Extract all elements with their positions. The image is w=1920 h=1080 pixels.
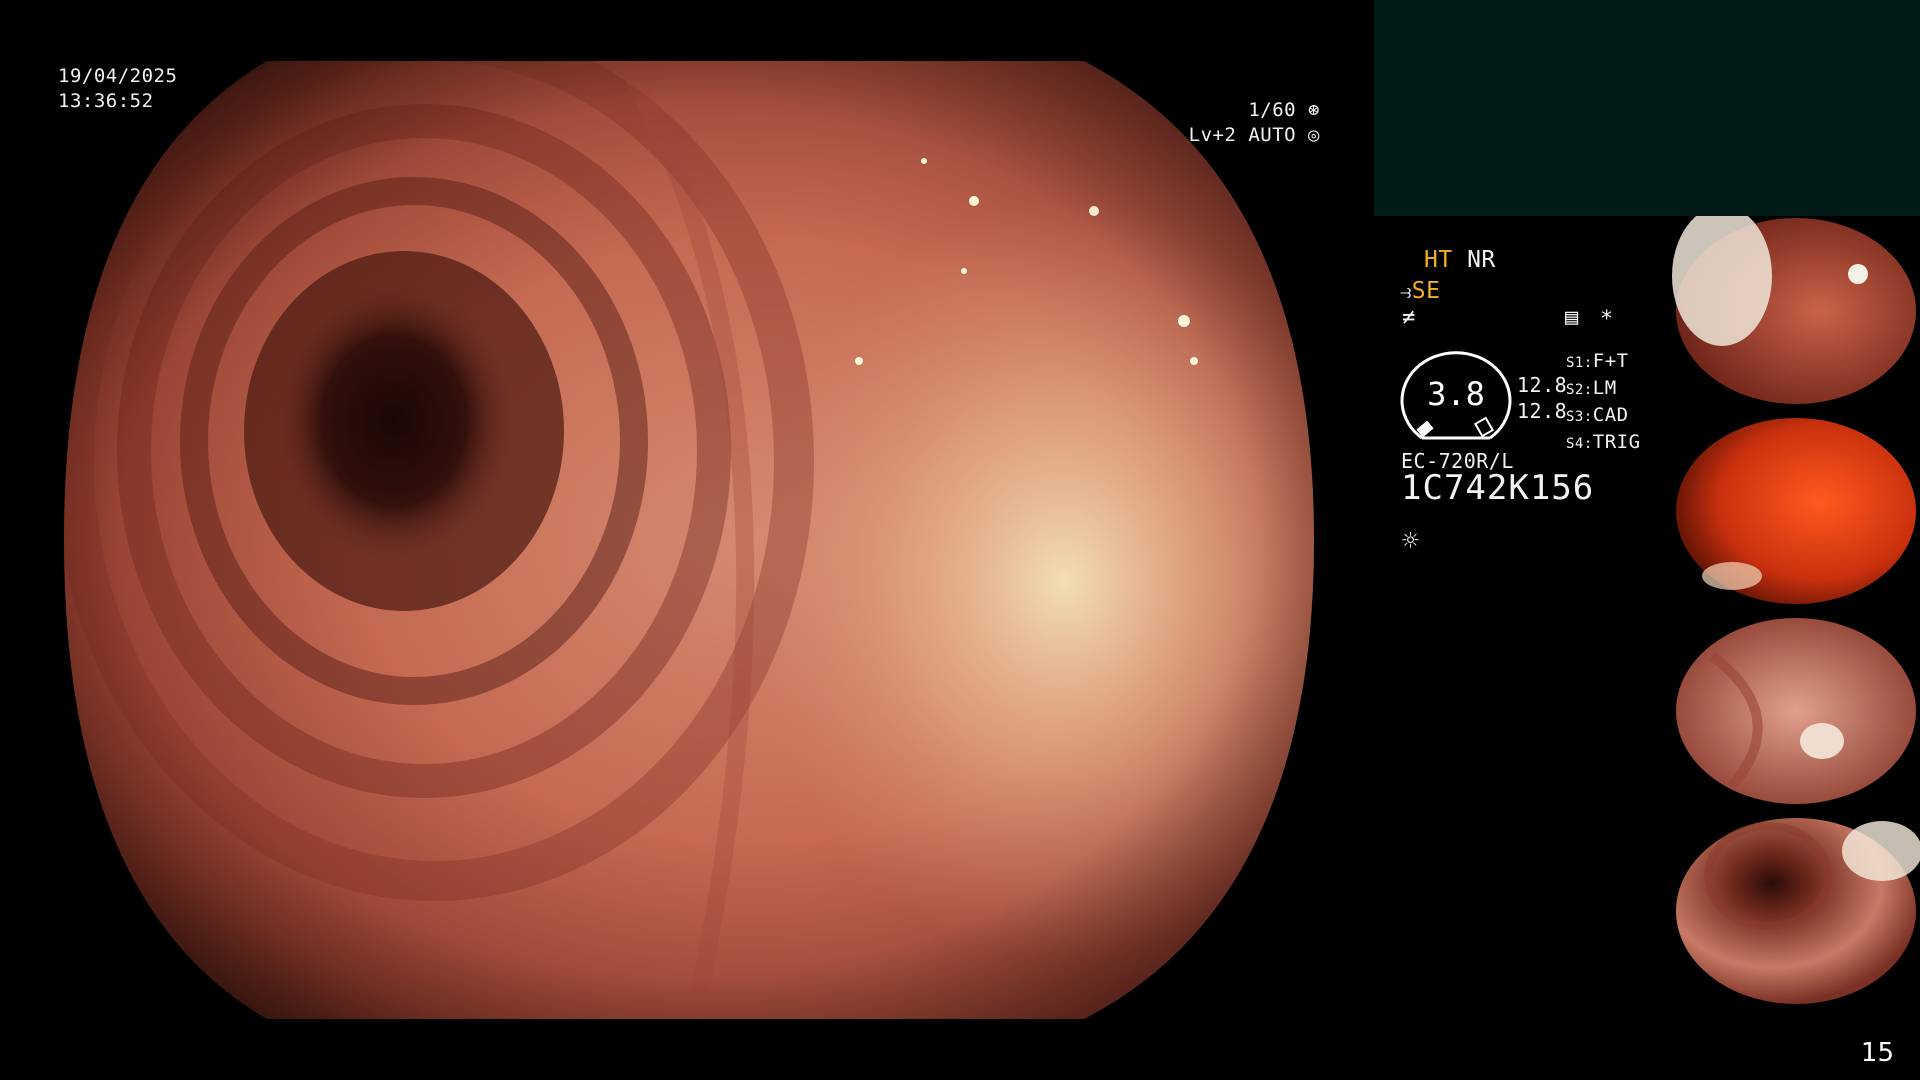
ht-label: HT bbox=[1424, 247, 1453, 273]
iris-icon: ◎ bbox=[1308, 124, 1320, 146]
scope-switch-settings: S1:F+T S2:LM S3:CAD S4:TRIG bbox=[1566, 349, 1641, 457]
info-panel bbox=[1374, 0, 1920, 216]
s1-key: S1: bbox=[1566, 355, 1593, 371]
time-text: 13:36:52 bbox=[58, 90, 154, 112]
menu-icon: ▤ bbox=[1565, 305, 1579, 330]
shutter-icon: ⊛ bbox=[1308, 99, 1320, 121]
s1-value: F+T bbox=[1592, 350, 1629, 372]
thumbnail-3[interactable] bbox=[1672, 616, 1920, 806]
thumbnail-2[interactable] bbox=[1672, 416, 1920, 606]
date-text: 19/04/2025 bbox=[58, 65, 178, 87]
date-time-overlay: 19/04/2025 13:36:52 bbox=[58, 64, 177, 114]
light-icon: ☼ bbox=[1402, 524, 1420, 557]
zoom-gauge: 3.8 bbox=[1400, 350, 1512, 446]
s4-value: TRIG bbox=[1592, 431, 1641, 453]
page-number: 15 bbox=[1860, 1038, 1894, 1068]
s3-row: S3:CAD bbox=[1566, 403, 1641, 430]
scope-serial: 1C742K156 bbox=[1401, 468, 1595, 508]
value-top: 12.8 bbox=[1517, 373, 1568, 397]
enhance-icon: ⥽ bbox=[1400, 279, 1412, 303]
s2-key: S2: bbox=[1566, 382, 1593, 398]
thumbnail-4[interactable] bbox=[1672, 816, 1920, 1006]
color-tone-icon: ≠ bbox=[1402, 305, 1416, 330]
mode-status: HT NR bbox=[1424, 245, 1496, 276]
exposure-overlay: 1/60 ⊛ Lv+2 AUTO ◎ bbox=[1150, 98, 1320, 148]
s4-row: S4:TRIG bbox=[1566, 430, 1641, 457]
s3-key: S3: bbox=[1566, 409, 1593, 425]
shutter-text: 1/60 bbox=[1248, 99, 1297, 121]
s2-row: S2:LM bbox=[1566, 376, 1641, 403]
endoscopy-view bbox=[64, 61, 1314, 1019]
value-bottom: 12.8 bbox=[1517, 399, 1568, 423]
iris-text: Lv+2 AUTO bbox=[1188, 124, 1297, 146]
thumbnail-1[interactable] bbox=[1672, 216, 1920, 406]
iris-row: Lv+2 AUTO ◎ bbox=[1150, 123, 1320, 148]
zoom-value: 3.8 bbox=[1427, 375, 1485, 413]
s4-key: S4: bbox=[1566, 436, 1593, 452]
s2-value: LM bbox=[1592, 377, 1617, 399]
shutter-row: 1/60 ⊛ bbox=[1150, 98, 1320, 123]
asterisk-indicator: * bbox=[1600, 307, 1614, 332]
se-row: ⥽SE bbox=[1400, 276, 1440, 307]
level-values: 12.8 12.8 bbox=[1517, 372, 1567, 424]
se-label: SE bbox=[1411, 278, 1441, 304]
s3-value: CAD bbox=[1592, 404, 1629, 426]
s1-row: S1:F+T bbox=[1566, 349, 1641, 376]
nr-label: NR bbox=[1467, 247, 1496, 273]
